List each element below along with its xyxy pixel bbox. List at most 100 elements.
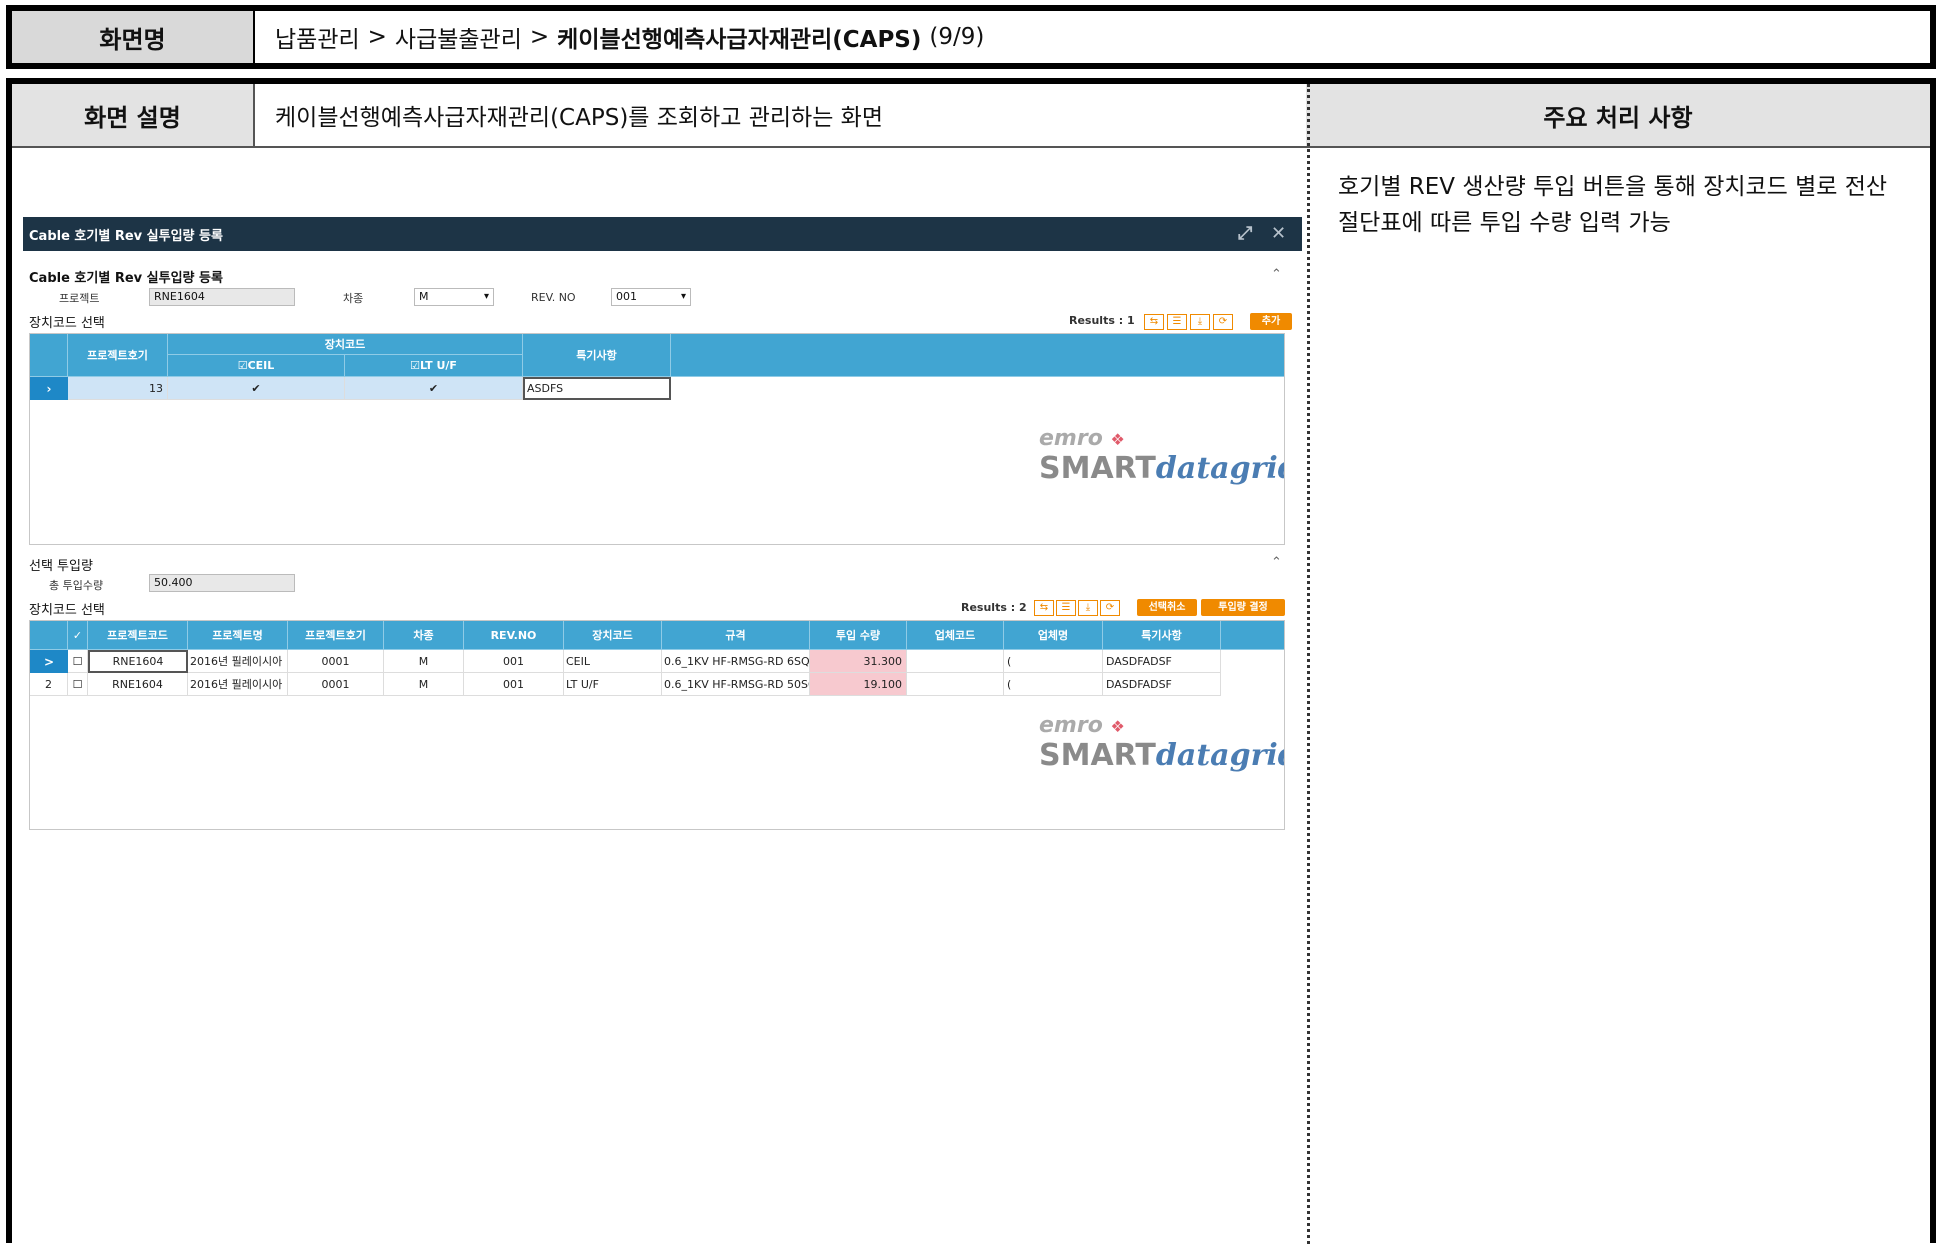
row-indicator-icon[interactable]: › — [30, 377, 68, 400]
grid2-cell-rev[interactable]: 001 — [464, 673, 564, 696]
window-title-bar: Cable 호기별 Rev 실투입량 등록 ⤢ ✕ — [23, 217, 1302, 251]
filter-icon[interactable]: ⇆ — [1144, 314, 1164, 330]
grid2-cell-note[interactable]: DASDFADSF — [1103, 673, 1221, 696]
grid2-cell-vendor-name[interactable]: ( — [1004, 650, 1103, 673]
grid1-cell-ceil-check[interactable]: ✔ — [168, 377, 345, 400]
cable-rev-window: Cable 호기별 Rev 실투입량 등록 ⤢ ✕ Cable 호기별 Rev … — [23, 217, 1302, 857]
grid2-header-vendor-code: 업체코드 — [907, 621, 1004, 650]
breadcrumb-item-1: 납품관리 — [275, 27, 360, 53]
row-number: 2 — [30, 673, 68, 696]
grid1-header-filler — [671, 334, 1284, 377]
list-icon[interactable]: ☰ — [1167, 314, 1187, 330]
grid2-cell-hoki[interactable]: 0001 — [288, 673, 384, 696]
type-select[interactable]: M ▾ — [414, 288, 494, 306]
grid2-cell-note[interactable]: DASDFADSF — [1103, 650, 1221, 673]
grid2-cell-project-name[interactable]: 2016년 필레이시아 — [188, 650, 288, 673]
cancel-selection-button[interactable]: 선택취소 — [1137, 599, 1197, 616]
grid1-cell-note[interactable]: ASDFS — [523, 377, 671, 400]
project-field[interactable]: RNE1604 — [149, 288, 295, 306]
key-processing-label: 주요 처리 사항 — [1306, 84, 1930, 146]
maximize-icon[interactable]: ⤢ — [1238, 223, 1252, 244]
grid2-cell-project-name[interactable]: 2016년 필레이시아 — [188, 673, 288, 696]
grid1-header-ceil-label: CEIL — [247, 359, 275, 372]
filter-icon[interactable]: ⇆ — [1034, 600, 1054, 616]
rev-select-value: 001 — [616, 290, 637, 303]
refresh-icon[interactable]: ⟳ — [1213, 314, 1233, 330]
section-title-register: Cable 호기별 Rev 실투입량 등록 — [29, 271, 223, 286]
rev-select[interactable]: 001 ▾ — [611, 288, 691, 306]
collapse-icon[interactable]: ⌃ — [1271, 555, 1282, 570]
grid2-header-vendor-name: 업체명 — [1004, 621, 1103, 650]
chevron-down-icon: ▾ — [483, 291, 489, 302]
grid2-cell-vendor-name[interactable]: ( — [1004, 673, 1103, 696]
type-label: 차종 — [343, 292, 364, 305]
row-checkbox[interactable]: ☐ — [68, 650, 88, 673]
grid2-cell-spec[interactable]: 0.6_1KV HF-RMSG-RD 50SQ — [662, 673, 810, 696]
grid2-header-filler — [1221, 621, 1284, 650]
description-text: 케이블선행예측사급자재관리(CAPS)를 조회하고 관리하는 화면 — [275, 105, 883, 131]
emro-logo-text: emro ❖ — [1039, 426, 1125, 451]
grid1-header-note: 특기사항 — [523, 334, 671, 377]
row-checkbox[interactable]: ☐ — [68, 673, 88, 696]
checkbox-checked-icon[interactable]: ☑ — [410, 359, 420, 372]
grid2-cell-hoki[interactable]: 0001 — [288, 650, 384, 673]
breadcrumb: 납품관리 > 사급불출관리 > 케이블선행예측사급자재관리(CAPS) (9/9… — [255, 11, 1930, 63]
grid2-cell-device[interactable]: LT U/F — [564, 673, 662, 696]
smart-datagrid-logo: emro ❖ SMARTdatagrid — [1039, 426, 1285, 486]
collapse-icon[interactable]: ⌃ — [1271, 267, 1282, 282]
grid2-cell-qty[interactable]: 31.300 — [810, 650, 907, 673]
chevron-down-icon: ▾ — [680, 291, 686, 302]
device-code-grid: 프로젝트호기 장치코드 ☑ CEIL ☑ LT U/F 특기사항 › 13 ✔ ✔ … — [29, 333, 1285, 545]
input-qty-grid: ✓ 프로젝트코드 프로젝트명 프로젝트호기 차종 REV.NO 장치코드 규격 … — [29, 620, 1285, 830]
grid2-cell-type[interactable]: M — [384, 650, 464, 673]
grid2-cell-vendor-code[interactable] — [907, 673, 1004, 696]
breadcrumb-separator-2: > — [529, 24, 550, 50]
grid2-cell-type[interactable]: M — [384, 673, 464, 696]
key-processing-note: 호기별 REV 생산량 투입 버튼을 통해 장치코드 별로 전산절단표에 따른 … — [1338, 174, 1888, 236]
grid2-indicator-header — [30, 621, 68, 650]
grid2-cell-vendor-code[interactable] — [907, 650, 1004, 673]
grid2-cell-spec[interactable]: 0.6_1KV HF-RMSG-RD 6SQ — [662, 650, 810, 673]
grid2-cell-qty[interactable]: 19.100 — [810, 673, 907, 696]
smart-datagrid-logo: emro ❖ SMARTdatagrid — [1039, 713, 1284, 773]
column-divider — [1307, 84, 1310, 1244]
grid2-header-project-name: 프로젝트명 — [188, 621, 288, 650]
refresh-icon[interactable]: ⟳ — [1100, 600, 1120, 616]
grid2-title: 장치코드 선택 — [29, 603, 105, 618]
grid1-cell-ltuf-check[interactable]: ✔ — [345, 377, 523, 400]
total-qty-field[interactable]: 50.400 — [149, 574, 295, 592]
type-select-value: M — [419, 290, 429, 303]
confirm-input-button[interactable]: 투입량 결정 — [1201, 599, 1285, 616]
list-icon[interactable]: ☰ — [1056, 600, 1076, 616]
grid2-header-project-code: 프로젝트코드 — [88, 621, 188, 650]
grid1-header-ltuf-label: LT U/F — [419, 359, 457, 372]
grid2-cell-device[interactable]: CEIL — [564, 650, 662, 673]
breadcrumb-separator-1: > — [367, 24, 387, 50]
grid1-cell-hoki[interactable]: 13 — [68, 377, 168, 400]
grid1-indicator-header — [30, 334, 68, 377]
download-icon[interactable]: ⤓ — [1190, 314, 1210, 330]
screen-name-row: 화면명 납품관리 > 사급불출관리 > 케이블선행예측사급자재관리(CAPS) … — [6, 5, 1936, 69]
grid1-header-device-code: 장치코드 — [168, 334, 523, 355]
grid2-header-check[interactable]: ✓ — [68, 621, 88, 650]
breadcrumb-item-2: 사급불출관리 — [394, 27, 522, 53]
grid1-header-ceil[interactable]: ☑ CEIL — [168, 355, 345, 377]
row-indicator-icon[interactable]: > — [30, 650, 68, 673]
breadcrumb-item-3: 케이블선행예측사급자재관리(CAPS) — [557, 27, 922, 53]
smart-datagrid-text: SMARTdatagrid — [1039, 451, 1285, 486]
checkbox-checked-icon[interactable]: ☑ — [238, 359, 248, 372]
section-title-input: 선택 투입량 — [29, 559, 93, 574]
grid2-header-note: 특기사항 — [1103, 621, 1221, 650]
grid2-header-rev: REV.NO — [464, 621, 564, 650]
download-icon[interactable]: ⤓ — [1078, 600, 1098, 616]
grid2-cell-project-code[interactable]: RNE1604 — [88, 650, 188, 673]
grid2-header-device: 장치코드 — [564, 621, 662, 650]
description-label: 화면 설명 — [12, 84, 255, 146]
add-button[interactable]: 추가 — [1250, 313, 1292, 330]
screen-name-label: 화면명 — [12, 11, 255, 63]
project-label: 프로젝트 — [59, 292, 100, 305]
close-icon[interactable]: ✕ — [1271, 223, 1286, 244]
grid2-cell-rev[interactable]: 001 — [464, 650, 564, 673]
grid1-header-ltuf[interactable]: ☑ LT U/F — [345, 355, 523, 377]
grid2-cell-project-code[interactable]: RNE1604 — [88, 673, 188, 696]
